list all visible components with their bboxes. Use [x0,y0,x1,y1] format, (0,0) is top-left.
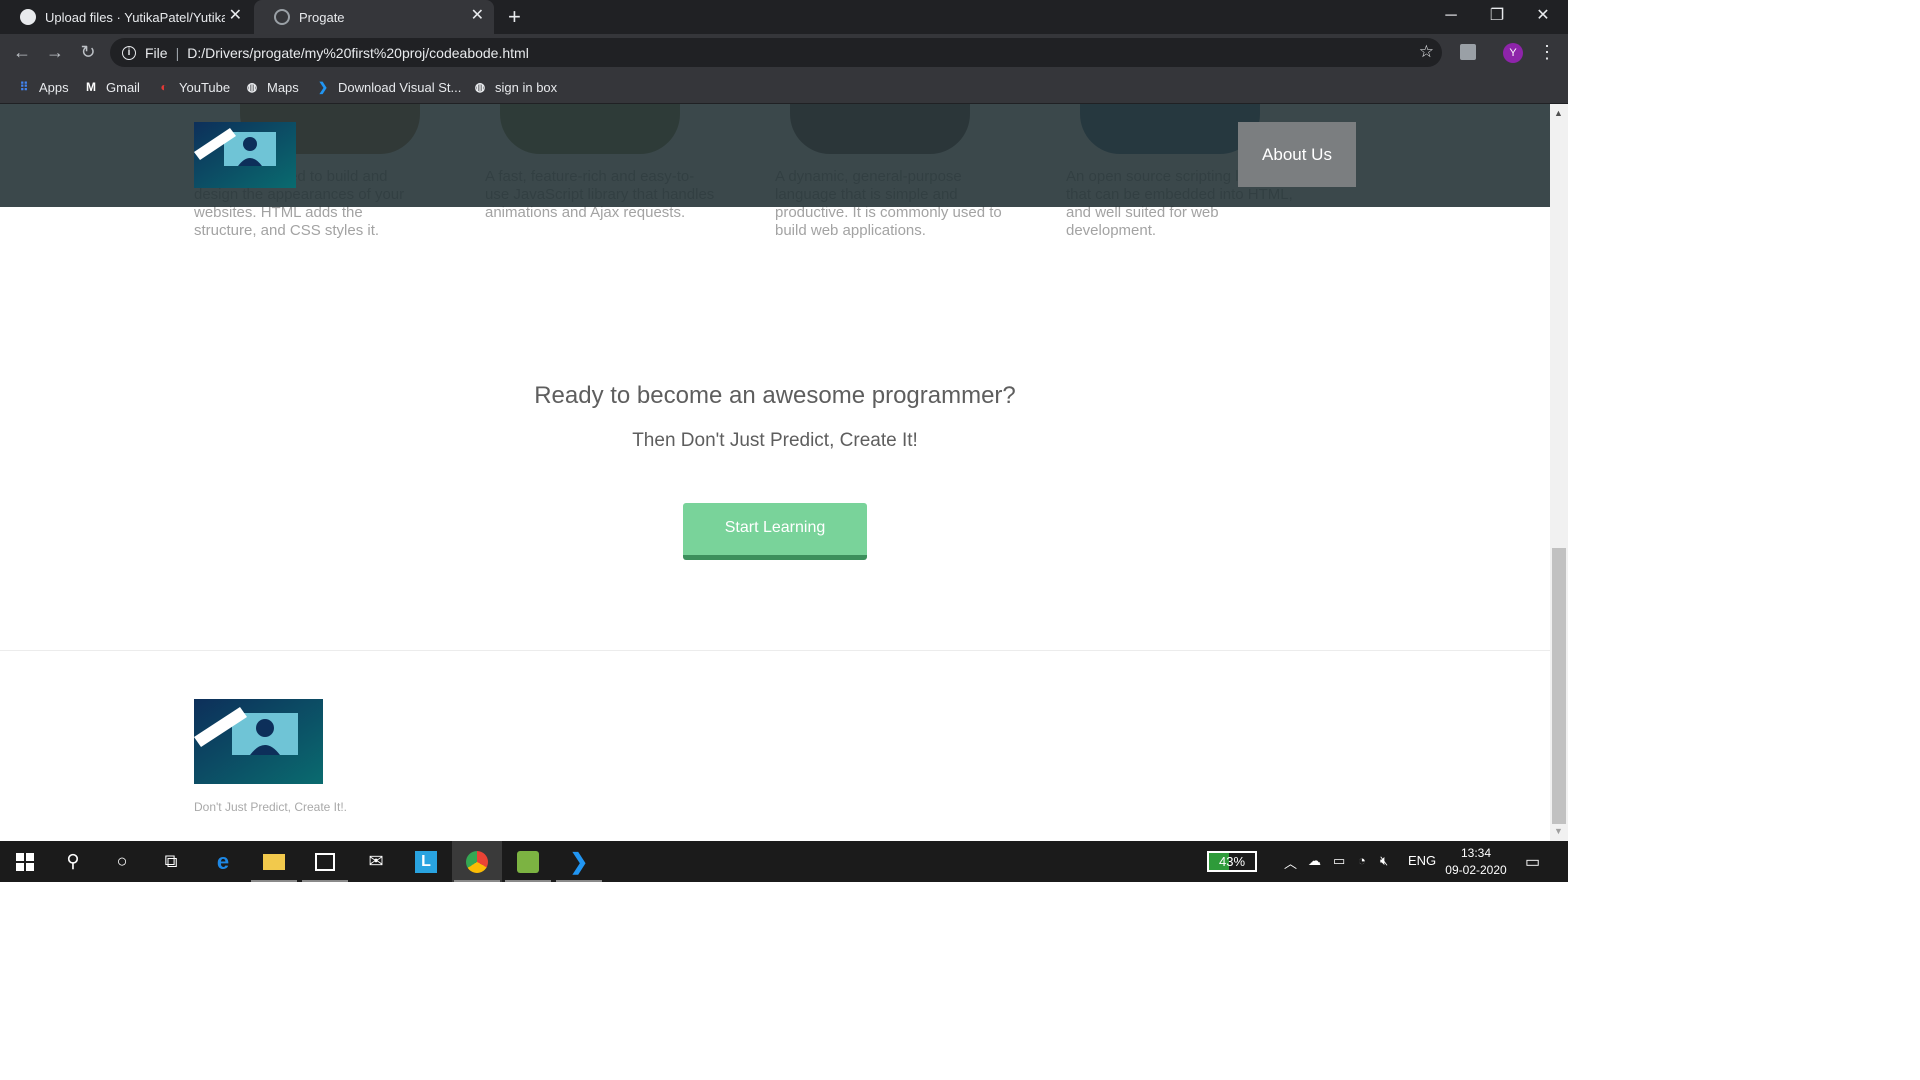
browser-tab-bar: Upload files · YutikaPatel/YutikaP ✕ Pro… [0,0,1568,34]
show-hidden-icons-icon[interactable]: ︿ [1284,853,1297,872]
tab-label: Progate [299,9,345,25]
globe-icon [274,9,290,25]
battery-percent: 43% [1218,854,1246,869]
apps-grid-icon: ⠿ [19,80,29,94]
battery-tray-icon[interactable]: ▭ [1333,853,1345,869]
tab-upload-files[interactable]: Upload files · YutikaPatel/YutikaP ✕ [0,0,252,34]
scroll-down-arrow-icon[interactable]: ▼ [1554,826,1563,836]
globe-icon: ◍ [474,80,486,94]
minimize-button[interactable]: ─ [1428,4,1474,28]
task-view-icon[interactable]: ⧉ [146,841,196,882]
bookmark-label: Maps [267,79,299,95]
file-explorer-icon[interactable] [249,841,299,882]
bookmark-gmail[interactable]: M Gmail [83,71,140,103]
bookmark-label: YouTube [179,79,231,95]
vscode-taskbar-icon[interactable]: ❯ [554,841,604,882]
notifications-icon[interactable]: ▭ [1525,852,1540,872]
wifi-icon[interactable]: ◔ [1358,853,1366,868]
site-logo[interactable] [194,122,296,188]
bookmark-label: Gmail [106,79,140,95]
profile-avatar[interactable]: Y [1503,43,1523,63]
close-icon[interactable]: ✕ [229,8,242,24]
gmail-icon: M [86,80,96,94]
scrollbar-thumb[interactable] [1552,548,1566,824]
site-header: About Us [0,104,1550,207]
windows-icon [16,852,34,871]
new-tab-button[interactable]: + [508,4,521,30]
url-text[interactable]: D:/Drivers/progate/my%20first%20proj/cod… [187,45,529,61]
bookmark-youtube[interactable]: ◐ YouTube [156,71,230,103]
cta-subtitle: Then Don't Just Predict, Create It! [632,430,918,451]
scroll-up-arrow-icon[interactable]: ▲ [1554,108,1563,118]
edge-icon[interactable]: e [198,841,248,882]
clock[interactable]: 13:34 09-02-2020 [1444,845,1508,879]
extension-icon[interactable] [1460,44,1476,60]
url-scheme: File [145,44,168,61]
restore-button[interactable]: ❐ [1474,4,1520,28]
footer-logo [194,699,323,784]
volume-muted-icon[interactable]: 🔇︎ [1380,853,1388,869]
start-button[interactable] [0,841,50,882]
bookmark-label: Download Visual St... [338,79,462,95]
bookmark-download-vscode[interactable]: ❯ Download Visual St... [315,71,461,103]
browser-toolbar: ← → ↻ i File | D:/Drivers/progate/my%20f… [0,34,1568,71]
more-menu-icon[interactable]: ⋮ [1538,40,1556,64]
url-separator: | [175,44,180,61]
github-icon [20,9,36,25]
vscode-icon: ❯ [317,80,329,94]
mail-icon[interactable]: ✉ [351,841,401,882]
footer-divider [0,650,1550,651]
bookmark-label: Apps [39,79,69,95]
bookmark-maps[interactable]: ◍ Maps [244,71,299,103]
store-icon[interactable] [300,841,350,882]
clock-date: 09-02-2020 [1445,863,1507,877]
reload-button[interactable]: ↻ [76,40,100,64]
onedrive-icon[interactable]: ☁ [1308,853,1321,869]
tab-label: Upload files · YutikaPatel/YutikaP [45,9,225,25]
bookmarks-bar: ⠿ Apps M Gmail ◐ YouTube ◍ Maps ❯ Downlo… [0,71,1568,104]
globe-icon: ◍ [246,80,258,94]
info-icon[interactable]: i [122,45,136,60]
windows-taskbar: ⚲ ○ ⧉ e ✉ L ❯ 43% ︿ ☁ ▭ ◔ 🔇︎ ENG 13:34 0… [0,841,1568,882]
search-icon[interactable]: ⚲ [48,841,98,882]
start-learning-button[interactable]: Start Learning [683,503,867,560]
bookmark-label: sign in box [495,79,558,95]
youtube-icon: ◐ [160,80,168,94]
back-button[interactable]: ← [10,40,34,64]
address-bar[interactable]: i File | D:/Drivers/progate/my%20first%2… [110,38,1442,67]
chrome-icon[interactable] [452,841,502,882]
cortana-icon[interactable]: ○ [97,841,147,882]
bookmark-sign-in-box[interactable]: ◍ sign in box [472,71,557,103]
lens-app-icon[interactable]: L [401,841,451,882]
bookmark-apps[interactable]: ⠿ Apps [16,71,69,103]
bookmark-star-icon[interactable]: ☆ [1419,42,1434,62]
close-icon[interactable]: ✕ [471,8,484,24]
app-icon[interactable] [503,841,553,882]
battery-indicator[interactable]: 43% [1207,851,1257,872]
tab-progate[interactable]: Progate ✕ [254,0,494,34]
close-window-button[interactable]: ✕ [1520,4,1566,28]
about-us-button[interactable]: About Us [1238,122,1356,187]
footer-tagline: Don't Just Predict, Create It!. [194,800,348,814]
cta-title: Ready to become an awesome programmer? [534,382,1016,409]
forward-button[interactable]: → [43,40,67,64]
language-indicator[interactable]: ENG [1408,853,1436,868]
clock-time: 13:34 [1460,846,1492,860]
page-viewport: A language used to build and design the … [0,104,1550,841]
